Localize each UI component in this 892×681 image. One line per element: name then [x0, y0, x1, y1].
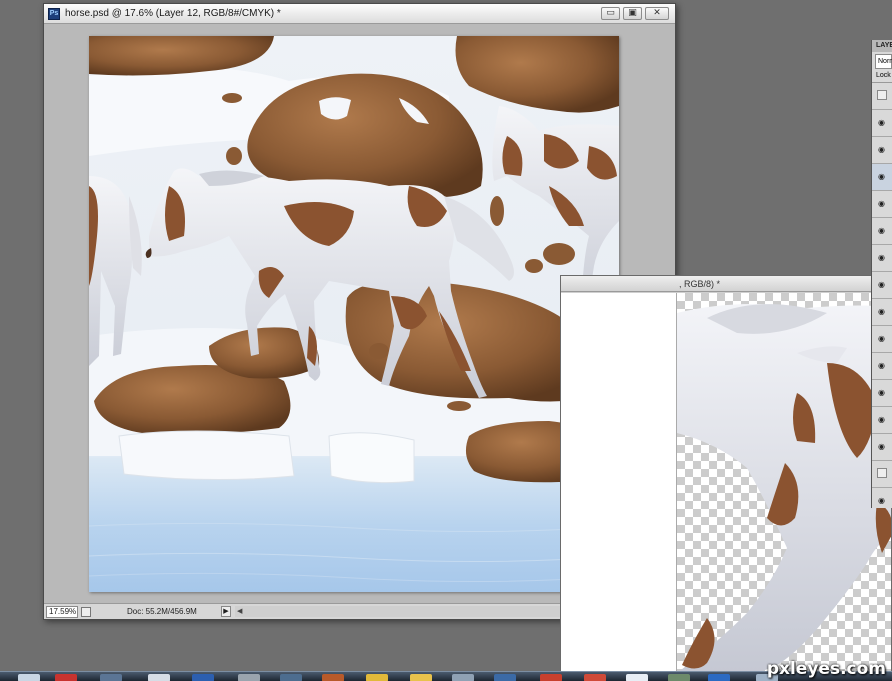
- visibility-toggle[interactable]: [877, 90, 887, 100]
- layer-row[interactable]: [872, 83, 892, 110]
- eye-icon[interactable]: ◉: [878, 307, 885, 316]
- image-canvas[interactable]: [89, 36, 619, 592]
- layer-row[interactable]: ◉: [872, 380, 892, 407]
- taskbar-app-icon[interactable]: [626, 674, 648, 681]
- eye-icon[interactable]: ◉: [878, 334, 885, 343]
- taskbar-app-icon[interactable]: [280, 674, 302, 681]
- taskbar-app-icon[interactable]: [322, 674, 344, 681]
- document-title: horse.psd @ 17.6% (Layer 12, RGB/8#/CMYK…: [65, 8, 281, 19]
- layer-row[interactable]: ◉: [872, 272, 892, 299]
- layer-row[interactable]: ◉: [872, 245, 892, 272]
- layer-row[interactable]: ◉: [872, 434, 892, 461]
- taskbar-app-icon[interactable]: [148, 674, 170, 681]
- eye-icon[interactable]: ◉: [878, 442, 885, 451]
- taskbar-app-icon[interactable]: [238, 674, 260, 681]
- layer-row[interactable]: ◉: [872, 218, 892, 245]
- layer-row[interactable]: ◉: [872, 353, 892, 380]
- document2-titlebar[interactable]: , RGB/8) *: [561, 276, 891, 292]
- layers-panel[interactable]: LAYE Norm Lock ◉ ◉ ◉ ◉ ◉ ◉ ◉ ◉ ◉ ◉ ◉ ◉ ◉ ◉: [871, 40, 892, 508]
- scroll-left-icon[interactable]: ◀: [237, 606, 242, 617]
- transparent-canvas[interactable]: [677, 293, 891, 680]
- watermark-text: pxleyes.com: [766, 659, 886, 679]
- eye-icon[interactable]: ◉: [878, 172, 885, 181]
- artwork-horses-snow: [89, 36, 619, 583]
- layer-row[interactable]: [872, 461, 892, 488]
- taskbar-app-icon[interactable]: [668, 674, 690, 681]
- document2-blank-area: [561, 293, 677, 680]
- taskbar-app-icon[interactable]: [18, 674, 40, 681]
- eye-icon[interactable]: ◉: [878, 199, 885, 208]
- document2-title: , RGB/8) *: [679, 279, 721, 289]
- eye-icon[interactable]: ◉: [878, 226, 885, 235]
- taskbar-app-icon[interactable]: [584, 674, 606, 681]
- layer-list: ◉ ◉ ◉ ◉ ◉ ◉ ◉ ◉ ◉ ◉ ◉ ◉ ◉ ◉: [872, 83, 892, 508]
- window-controls: ▭ ▣ ✕: [601, 7, 669, 20]
- restore-button[interactable]: ▣: [623, 7, 642, 20]
- document-size: Doc: 55.2M/456.9M: [127, 607, 197, 616]
- eye-icon[interactable]: ◉: [878, 388, 885, 397]
- layer-row[interactable]: ◉: [872, 326, 892, 353]
- eye-icon[interactable]: ◉: [878, 145, 885, 154]
- zoom-level-field[interactable]: 17.59%: [46, 605, 78, 618]
- layers-panel-header[interactable]: LAYE: [872, 40, 892, 52]
- document-window-zoomed[interactable]: , RGB/8) *: [560, 275, 892, 681]
- taskbar-app-icon[interactable]: [366, 674, 388, 681]
- lock-label: Lock: [872, 69, 892, 83]
- eye-icon[interactable]: ◉: [878, 496, 885, 505]
- eye-icon[interactable]: ◉: [878, 415, 885, 424]
- layer-row[interactable]: ◉: [872, 110, 892, 137]
- minimize-button[interactable]: ▭: [601, 7, 620, 20]
- taskbar-app-icon[interactable]: [100, 674, 122, 681]
- close-button[interactable]: ✕: [645, 7, 669, 20]
- zoomed-horse-artwork: [677, 304, 891, 680]
- visibility-toggle[interactable]: [877, 468, 887, 478]
- taskbar-app-icon[interactable]: [540, 674, 562, 681]
- eye-icon[interactable]: ◉: [878, 280, 885, 289]
- taskbar-app-icon[interactable]: [192, 674, 214, 681]
- photoshop-icon: Ps: [48, 7, 60, 20]
- eye-icon[interactable]: ◉: [878, 118, 885, 127]
- eye-icon[interactable]: ◉: [878, 253, 885, 262]
- document-titlebar[interactable]: Ps horse.psd @ 17.6% (Layer 12, RGB/8#/C…: [44, 4, 675, 24]
- layer-row[interactable]: ◉: [872, 299, 892, 326]
- taskbar-app-icon[interactable]: [708, 674, 730, 681]
- blend-mode-select[interactable]: Norm: [875, 54, 892, 69]
- taskbar: [0, 671, 892, 681]
- layer-row[interactable]: ◉: [872, 137, 892, 164]
- layer-row[interactable]: ◉: [872, 488, 892, 508]
- layer-row[interactable]: ◉: [872, 164, 892, 191]
- eye-icon[interactable]: ◉: [878, 361, 885, 370]
- layer-row[interactable]: ◉: [872, 407, 892, 434]
- taskbar-app-icon[interactable]: [410, 674, 432, 681]
- taskbar-app-icon[interactable]: [55, 674, 77, 681]
- taskbar-app-icon[interactable]: [452, 674, 474, 681]
- status-menu-arrow[interactable]: ▶: [221, 606, 231, 617]
- layer-row[interactable]: ◉: [872, 191, 892, 218]
- taskbar-app-icon[interactable]: [494, 674, 516, 681]
- status-options-icon[interactable]: [81, 606, 91, 617]
